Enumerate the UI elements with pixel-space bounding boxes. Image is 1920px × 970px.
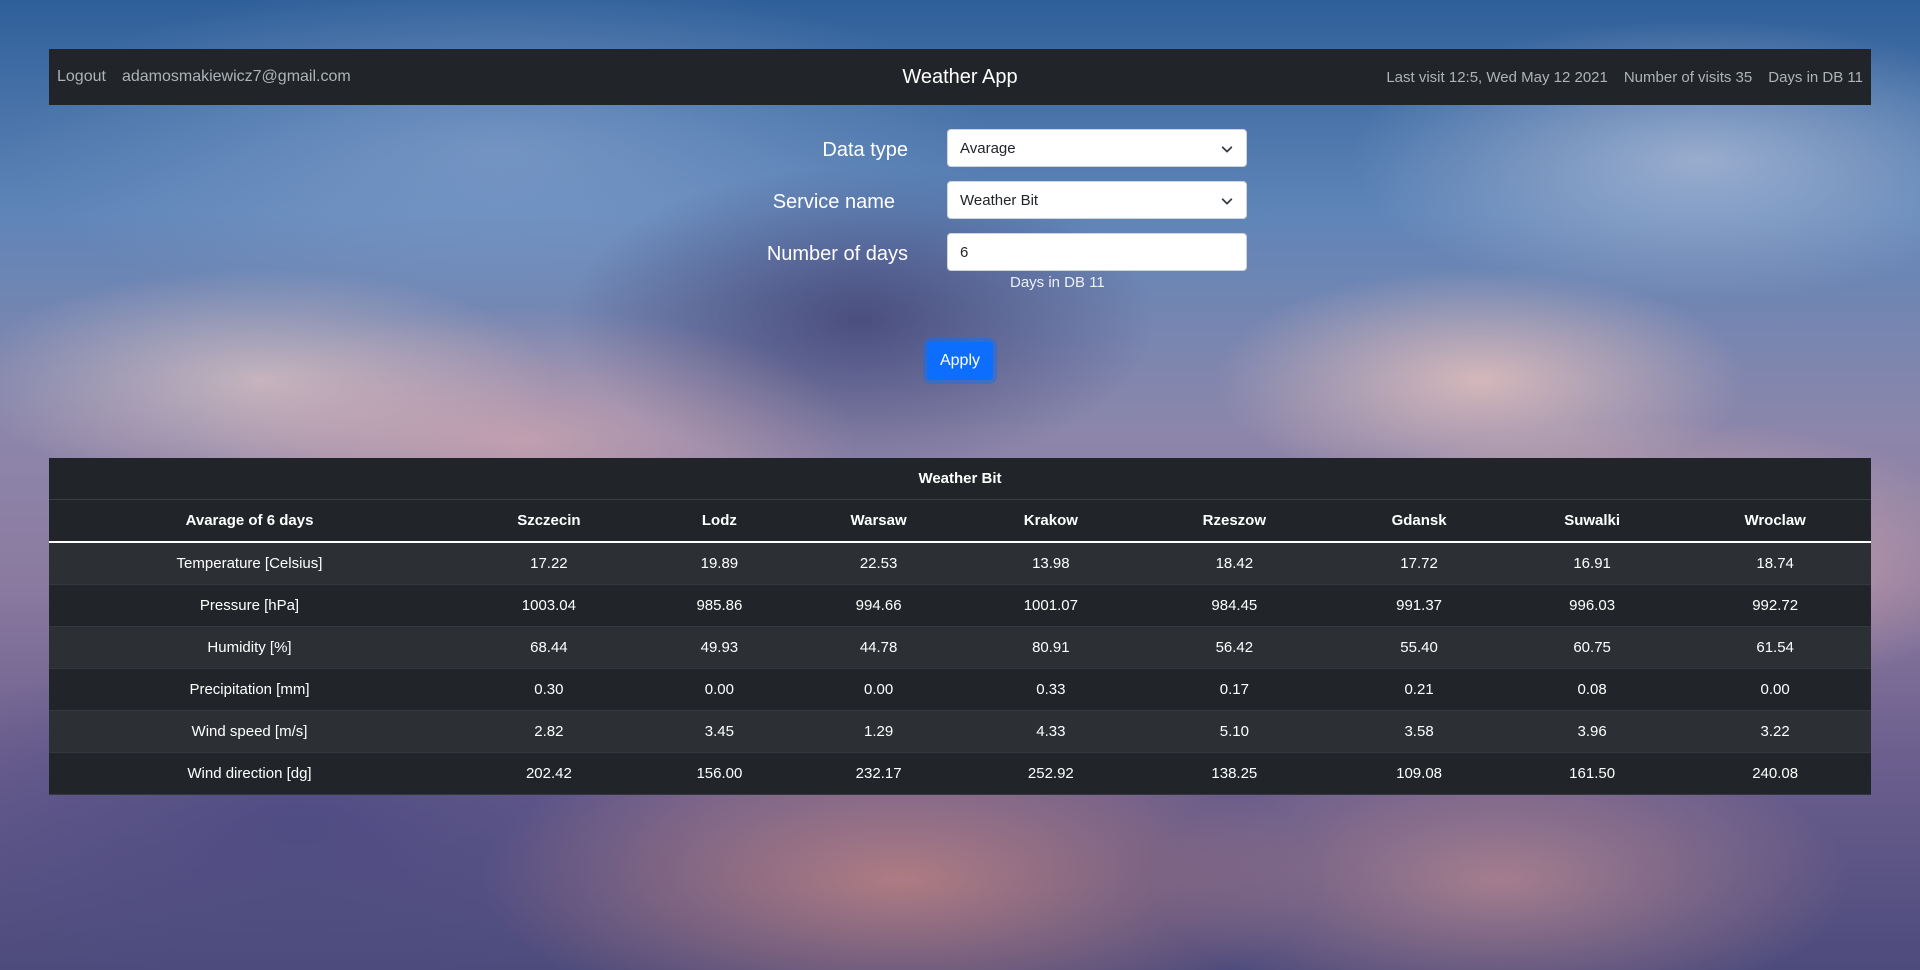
table-cell: 0.08 [1577, 681, 1607, 698]
table-cell: 3.45 [704, 723, 734, 740]
table-row: Humidity [%] 68.44 49.93 44.78 80.91 56.… [49, 626, 1871, 669]
table-cell: 18.42 [1215, 555, 1254, 572]
table-cell: 13.98 [1032, 555, 1070, 572]
table-cell: 80.91 [1032, 639, 1070, 656]
table-cell: 3.58 [1404, 723, 1434, 740]
table-cell: 0.33 [1036, 681, 1066, 698]
table-cell: 5.10 [1219, 723, 1249, 740]
table-cell: 0.17 [1219, 681, 1249, 698]
table-cell: 232.17 [855, 765, 902, 782]
row-label: Wind speed [m/s] [191, 723, 308, 740]
table-cell: 55.40 [1400, 639, 1438, 656]
logout-link[interactable]: Logout [57, 68, 106, 86]
table-row: Wind direction [dg] 202.42 156.00 232.17… [49, 752, 1871, 795]
data-type-selected-value: Avarage [960, 139, 1016, 157]
table-cell: 60.75 [1573, 639, 1611, 656]
table-cell: 1001.07 [1023, 597, 1078, 614]
table-cell: 1003.04 [521, 597, 576, 614]
last-visit-text: Last visit 12:5, Wed May 12 2021 [1386, 68, 1608, 86]
apply-button[interactable]: Apply [927, 342, 993, 380]
table-cell: 161.50 [1569, 765, 1616, 782]
table-cell: 61.54 [1756, 639, 1794, 656]
visits-count-text: Number of visits 35 [1623, 68, 1753, 86]
table-cell: 3.96 [1577, 723, 1607, 740]
table-cell: 0.21 [1404, 681, 1434, 698]
column-header: Suwalki [1504, 499, 1680, 543]
data-type-label: Data type [822, 139, 908, 161]
table-cell: 68.44 [530, 639, 568, 656]
table-cell: 0.00 [704, 681, 734, 698]
weather-table: Weather Bit Avarage of 6 days Szczecin L… [49, 458, 1871, 795]
row-label: Temperature [Celsius] [176, 555, 323, 572]
table-cell: 994.66 [855, 597, 902, 614]
table-row: Wind speed [m/s] 2.82 3.45 1.29 4.33 5.1… [49, 710, 1871, 753]
table-caption: Weather Bit [49, 458, 1871, 500]
service-name-selected-value: Weather Bit [960, 191, 1039, 209]
table-cell: 996.03 [1569, 597, 1616, 614]
nav-left-group: Logout adamosmakiewicz7@gmail.com [57, 68, 351, 86]
nav-stats: Last visit 12:5, Wed May 12 2021 Number … [1386, 69, 1863, 86]
column-header: Rzeszow [1135, 499, 1334, 543]
user-email-link[interactable]: adamosmakiewicz7@gmail.com [122, 68, 351, 86]
table-cell: 19.89 [700, 555, 739, 572]
table-cell: 240.08 [1752, 765, 1799, 782]
number-of-days-input[interactable]: 6 [947, 233, 1247, 271]
table-cell: 109.08 [1396, 765, 1443, 782]
service-name-select[interactable]: Weather Bit [947, 181, 1247, 219]
table-cell: 56.42 [1215, 639, 1254, 656]
column-header: Wroclaw [1679, 499, 1871, 543]
table-cell: 3.22 [1760, 723, 1790, 740]
service-name-label: Service name [772, 191, 895, 213]
weather-table-container: Weather Bit Avarage of 6 days Szczecin L… [49, 458, 1871, 795]
days-in-db-hint: Days in DB 11 [1010, 274, 1105, 291]
table-cell: 991.37 [1396, 597, 1443, 614]
table-cell: 1.29 [864, 723, 894, 740]
column-header: Gdansk [1333, 499, 1505, 543]
table-cell: 156.00 [696, 765, 743, 782]
table-cell: 22.53 [859, 555, 898, 572]
data-type-select[interactable]: Avarage [947, 129, 1247, 167]
days-in-db-text: Days in DB 11 [1768, 68, 1863, 86]
table-cell: 17.72 [1400, 555, 1438, 572]
table-cell: 44.78 [859, 639, 898, 656]
table-cell: 17.22 [530, 555, 568, 572]
table-cell: 138.25 [1211, 765, 1258, 782]
table-cell: 0.00 [864, 681, 894, 698]
column-header: Szczecin [450, 499, 648, 543]
table-row: Pressure [hPa] 1003.04 985.86 994.66 100… [49, 584, 1871, 627]
number-of-days-value: 6 [960, 243, 969, 261]
table-cell: 4.33 [1036, 723, 1066, 740]
table-cell: 2.82 [534, 723, 564, 740]
table-cell: 49.93 [700, 639, 739, 656]
table-caption-row: Weather Bit [49, 458, 1871, 500]
row-label: Wind direction [dg] [187, 765, 312, 782]
table-cell: 984.45 [1211, 597, 1258, 614]
table-cell: 16.91 [1573, 555, 1611, 572]
row-label: Humidity [%] [207, 639, 292, 656]
row-label: Precipitation [mm] [189, 681, 310, 698]
table-row: Precipitation [mm] 0.30 0.00 0.00 0.33 0… [49, 668, 1871, 711]
table-cell: 18.74 [1756, 555, 1794, 572]
table-row: Temperature [Celsius] 17.22 19.89 22.53 … [49, 542, 1871, 585]
table-cell: 252.92 [1027, 765, 1074, 782]
table-cell: 992.72 [1752, 597, 1799, 614]
number-of-days-label: Number of days [766, 243, 908, 265]
row-label: Pressure [hPa] [199, 597, 300, 614]
top-navbar: Logout adamosmakiewicz7@gmail.com Weathe… [49, 49, 1871, 105]
column-header: Krakow [966, 499, 1136, 543]
column-header: Avarage of 6 days [49, 499, 450, 543]
table-header-row: Avarage of 6 days Szczecin Lodz Warsaw K… [49, 499, 1871, 543]
table-cell: 0.00 [1760, 681, 1790, 698]
table-cell: 985.86 [696, 597, 743, 614]
chevron-down-icon [1221, 198, 1233, 205]
column-header: Warsaw [791, 499, 967, 543]
table-cell: 202.42 [525, 765, 572, 782]
column-header: Lodz [647, 499, 791, 543]
chevron-down-icon [1221, 146, 1233, 153]
table-cell: 0.30 [534, 681, 564, 698]
